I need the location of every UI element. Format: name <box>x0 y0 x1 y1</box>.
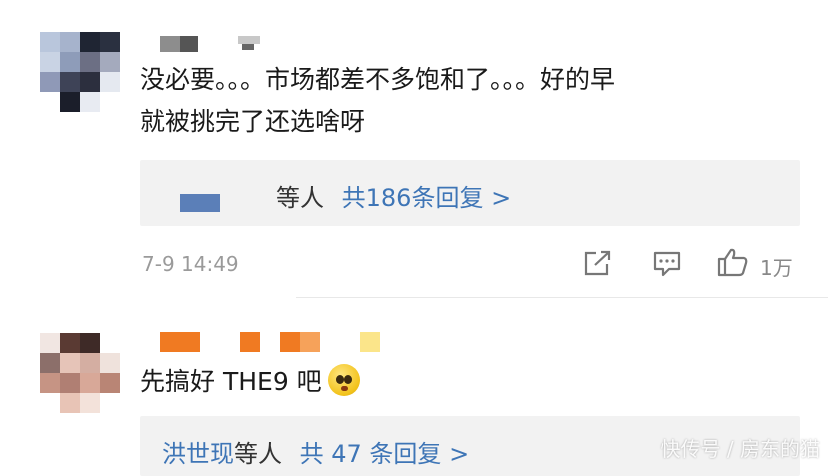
comment-icon[interactable] <box>652 250 682 278</box>
replies-count-link[interactable]: 共186条回复 > <box>342 184 512 212</box>
watermark: 快传号 / 房东的猫 <box>660 437 820 461</box>
divider <box>296 297 828 298</box>
reply-username[interactable]: 洪世现 <box>162 440 234 468</box>
comment-text: 没必要。。。市场都差不多饱和了。。。好的早 就被挑完了还选啥呀 <box>140 65 616 136</box>
crying-face-emoji <box>327 364 360 396</box>
replies-prefix: 等人 <box>276 184 324 212</box>
avatar[interactable] <box>40 333 120 413</box>
replies-preview[interactable]: 等人 共186条回复 > <box>140 160 800 226</box>
comment-timestamp: 7-9 14:49 <box>142 252 239 276</box>
replies-count-link[interactable]: 共 47 条回复 > <box>300 440 470 468</box>
avatar[interactable] <box>40 32 120 112</box>
reply-username-obscured <box>180 194 220 212</box>
like-count: 1万 <box>760 256 793 280</box>
replies-prefix: 等人 <box>234 440 282 468</box>
comment-text: 先搞好 THE9 吧 <box>140 364 360 400</box>
share-icon[interactable] <box>582 248 614 278</box>
thumbs-up-icon[interactable] <box>716 246 750 278</box>
